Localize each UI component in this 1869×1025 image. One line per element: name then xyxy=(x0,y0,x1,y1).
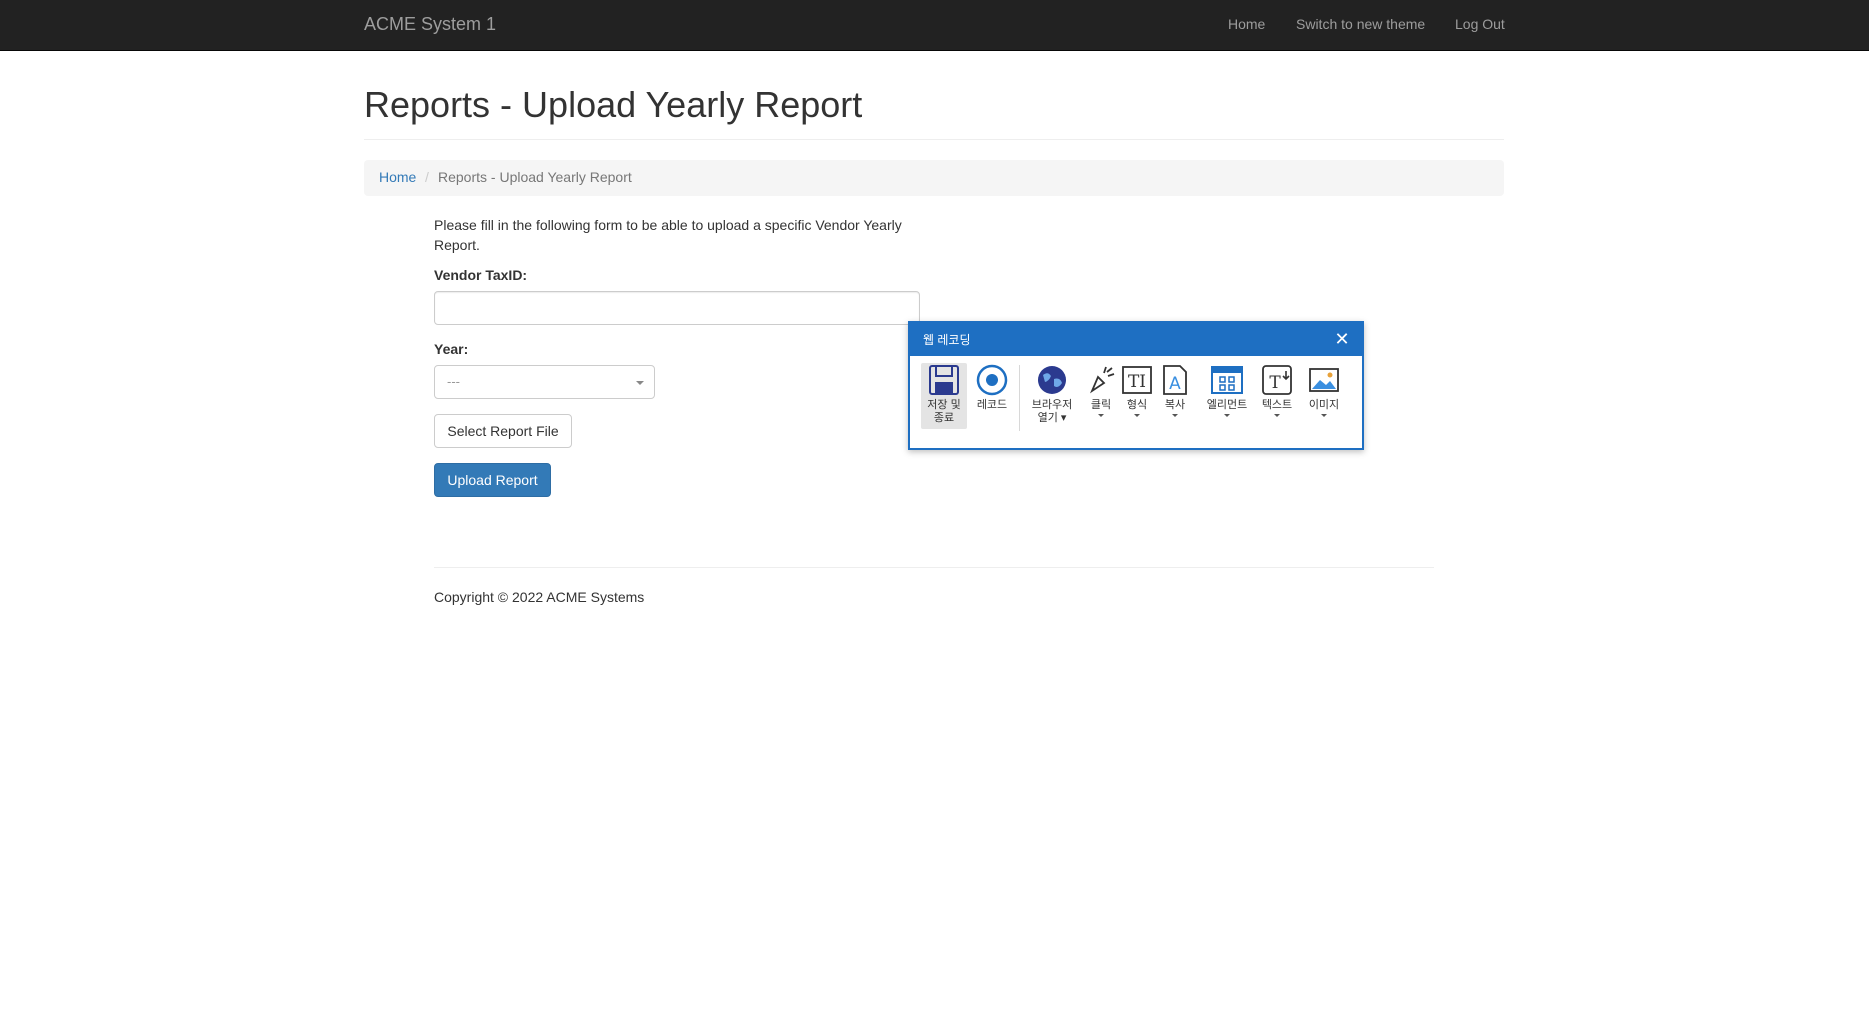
image-button[interactable]: 이미지 xyxy=(1304,363,1344,417)
chevron-down-icon xyxy=(1224,414,1230,417)
click-label: 클릭 xyxy=(1090,399,1112,411)
breadcrumb-home-link[interactable]: Home xyxy=(379,169,416,185)
copy-button[interactable]: A 복사 xyxy=(1158,363,1192,417)
chevron-down-icon xyxy=(636,381,644,385)
brand-link[interactable]: ACME System 1 xyxy=(364,14,496,35)
footer-divider xyxy=(434,567,1434,568)
svg-text:A: A xyxy=(1169,374,1181,394)
breadcrumb-separator: / xyxy=(425,169,429,185)
svg-text:TI: TI xyxy=(1128,372,1146,392)
svg-text:T: T xyxy=(1269,373,1281,393)
close-icon[interactable]: ✕ xyxy=(1332,329,1352,349)
type-button[interactable]: TI 형식 xyxy=(1120,363,1154,417)
text-label: 텍스트 xyxy=(1261,399,1293,411)
open-browser-button[interactable]: 브라우저 열기 ▾ xyxy=(1027,363,1077,425)
breadcrumb-current: Reports - Upload Yearly Report xyxy=(438,169,632,185)
type-icon: TI xyxy=(1122,366,1152,394)
save-and-exit-button[interactable]: 저장 및 종료 xyxy=(921,363,967,429)
image-label: 이미지 xyxy=(1308,399,1340,411)
type-label: 형식 xyxy=(1126,399,1148,411)
web-recording-titlebar[interactable]: 웹 레코딩 ✕ xyxy=(910,323,1362,356)
image-icon xyxy=(1309,368,1339,392)
chevron-down-icon xyxy=(1274,414,1280,417)
nav-home-link[interactable]: Home xyxy=(1228,16,1265,32)
copy-label: 복사 xyxy=(1164,399,1186,411)
year-label: Year: xyxy=(434,341,469,357)
save-label-line1: 저장 및 xyxy=(927,399,961,411)
click-icon xyxy=(1089,366,1115,394)
year-select[interactable]: --- xyxy=(434,365,655,399)
record-icon xyxy=(976,364,1008,396)
copyright-text: Copyright © 2022 ACME Systems xyxy=(434,589,645,605)
element-label: 엘리먼트 xyxy=(1206,399,1248,411)
title-divider xyxy=(364,139,1504,140)
vendor-taxid-label: Vendor TaxID: xyxy=(434,267,528,283)
save-label-line2: 종료 xyxy=(933,412,955,424)
save-icon xyxy=(929,365,959,395)
vendor-taxid-input[interactable] xyxy=(434,291,920,325)
record-label: 레코드 xyxy=(976,399,1008,411)
year-select-value: --- xyxy=(447,374,460,389)
web-recording-panel: 웹 레코딩 ✕ 저장 및 종료 레코드 브라우저 열기 ▾ 클릭 TI 형식 A… xyxy=(908,321,1364,450)
copy-icon: A xyxy=(1163,365,1187,395)
form-intro-text: Please fill in the following form to be … xyxy=(434,217,902,253)
nav-switch-theme-link[interactable]: Switch to new theme xyxy=(1296,16,1425,32)
chevron-down-icon xyxy=(1172,414,1178,417)
record-button[interactable]: 레코드 xyxy=(971,363,1013,412)
globe-icon xyxy=(1038,366,1066,394)
chevron-down-icon xyxy=(1321,414,1327,417)
chevron-down-icon xyxy=(1134,414,1140,417)
text-icon: T xyxy=(1262,365,1292,395)
nav-logout-link[interactable]: Log Out xyxy=(1455,16,1505,32)
web-recording-title: 웹 레코딩 xyxy=(923,333,971,347)
element-icon xyxy=(1211,366,1243,394)
upload-report-button[interactable]: Upload Report xyxy=(434,463,551,497)
chevron-down-icon xyxy=(1098,414,1104,417)
select-report-file-button[interactable]: Select Report File xyxy=(434,414,572,448)
open-browser-label-line2: 열기 ▾ xyxy=(1037,412,1067,424)
toolbar-divider xyxy=(1019,365,1020,431)
open-browser-label-line1: 브라우저 xyxy=(1031,399,1073,411)
element-button[interactable]: 엘리먼트 xyxy=(1201,363,1253,417)
top-navbar: ACME System 1 Home Switch to new theme L… xyxy=(0,0,1869,51)
click-button[interactable]: 클릭 xyxy=(1084,363,1118,417)
breadcrumb: Home / Reports - Upload Yearly Report xyxy=(364,160,1504,196)
page-title: Reports - Upload Yearly Report xyxy=(364,84,863,125)
text-button[interactable]: T 텍스트 xyxy=(1256,363,1298,417)
